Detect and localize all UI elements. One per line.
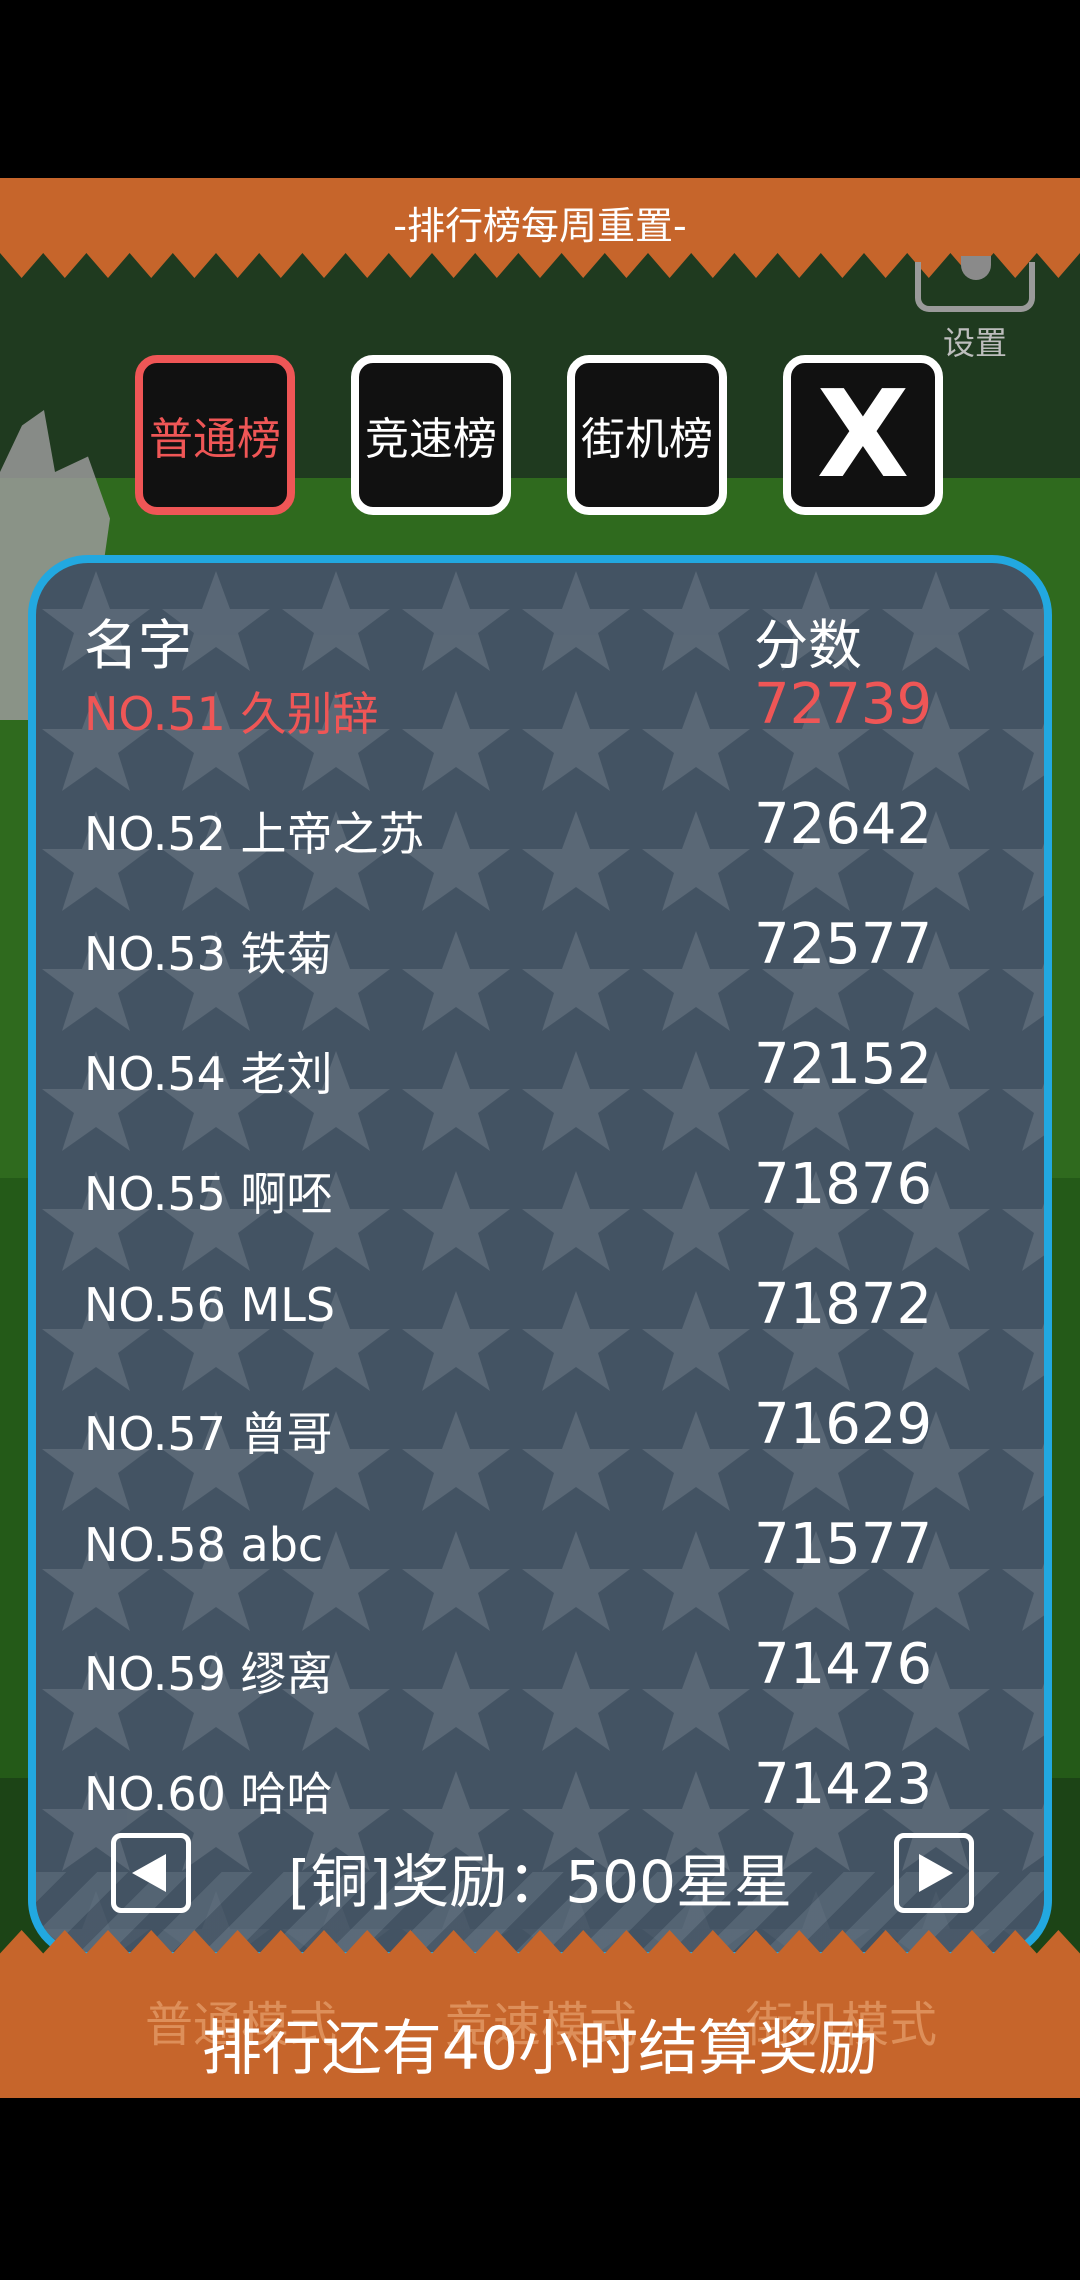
score-column-header: 分数: [754, 614, 862, 677]
row-score: 71476: [754, 1632, 933, 1697]
tab-speed-label: 竞速榜: [365, 414, 497, 465]
row-rank-name: NO.60 哈哈: [84, 1767, 333, 1821]
row-rank-name: NO.59 缪离: [84, 1647, 333, 1701]
tab-speed-board[interactable]: 竞速榜: [351, 355, 511, 515]
next-page-button[interactable]: [894, 1833, 974, 1913]
tab-arcade-label: 街机榜: [581, 414, 713, 465]
table-row: NO.55 啊呸 71876: [84, 1152, 964, 1238]
table-row: NO.54 老刘 72152: [84, 1032, 964, 1118]
tab-arcade-board[interactable]: 街机榜: [567, 355, 727, 515]
table-row: NO.58 abc 71577: [84, 1512, 964, 1598]
settlement-countdown-message: 排行还有40小时结算奖励: [201, 2014, 879, 2084]
row-score: 71629: [754, 1392, 933, 1457]
row-score: 71872: [754, 1272, 933, 1337]
row-rank-name: NO.53 铁菊: [84, 927, 333, 981]
close-button[interactable]: X: [783, 355, 943, 515]
table-row: NO.53 铁菊 72577: [84, 912, 964, 998]
row-score: 72739: [754, 672, 933, 737]
row-rank-name: NO.58 abc: [84, 1518, 324, 1572]
close-icon: X: [816, 365, 910, 505]
table-row: NO.56 MLS 71872: [84, 1272, 964, 1358]
row-score: 71876: [754, 1152, 933, 1217]
table-row: NO.57 曾哥 71629: [84, 1392, 964, 1478]
row-score: 72642: [754, 792, 933, 857]
table-row: NO.52 上帝之苏 72642: [84, 792, 964, 878]
star-pattern: [36, 563, 1044, 1952]
row-rank-name: NO.51 久别辞: [84, 687, 379, 741]
row-score: 72152: [754, 1032, 933, 1097]
row-rank-name: NO.56 MLS: [84, 1278, 336, 1332]
banner-title: -排行榜每周重置-: [393, 204, 687, 248]
row-rank-name: NO.57 曾哥: [84, 1407, 333, 1461]
row-score: 71423: [754, 1752, 933, 1817]
row-score: 71577: [754, 1512, 933, 1577]
gear-icon: [915, 256, 1035, 312]
row-rank-name: NO.54 老刘: [84, 1047, 333, 1101]
reward-text: [铜]奖励：500星星: [288, 1848, 792, 1916]
table-row: NO.59 缪离 71476: [84, 1632, 964, 1718]
row-score: 72577: [754, 912, 933, 977]
row-rank-name: NO.52 上帝之苏: [84, 807, 425, 861]
tab-normal-board[interactable]: 普通榜: [135, 355, 295, 515]
leaderboard-panel: 名字 分数 NO.51 久别辞 72739 NO.52 上帝之苏 72642 N…: [28, 555, 1052, 1960]
row-rank-name: NO.55 啊呸: [84, 1167, 333, 1221]
table-row: NO.60 哈哈 71423: [84, 1752, 964, 1838]
settings-button[interactable]: 设置: [910, 256, 1040, 362]
triangle-right-icon: [919, 1854, 953, 1892]
tab-normal-label: 普通榜: [149, 414, 281, 465]
table-row: NO.51 久别辞 72739: [84, 672, 964, 758]
name-column-header: 名字: [84, 614, 192, 677]
